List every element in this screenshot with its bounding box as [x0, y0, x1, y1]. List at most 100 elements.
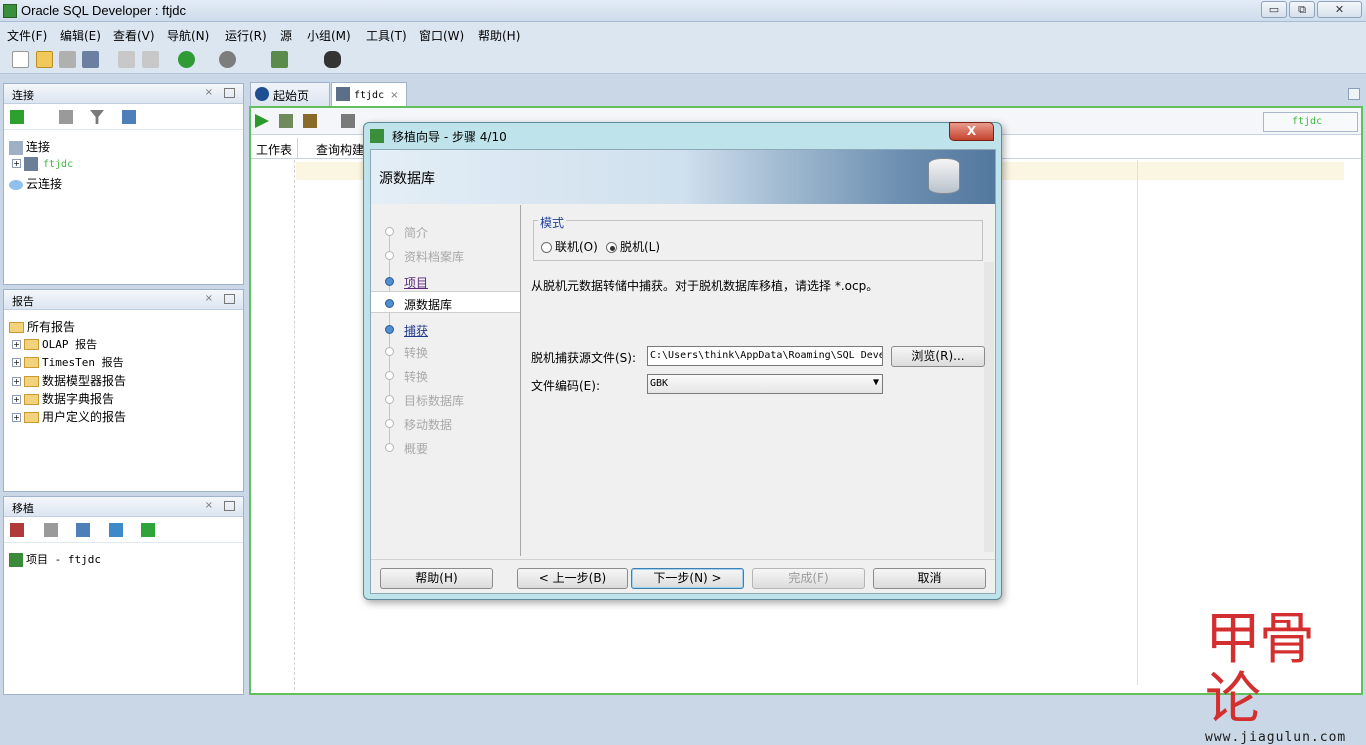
tab-ftjdc[interactable]: ftjdc ×: [331, 82, 407, 106]
tab-list-dropdown[interactable]: [1348, 88, 1360, 100]
run-script-icon[interactable]: [279, 114, 293, 128]
project-icon: [9, 552, 23, 567]
menu-tools[interactable]: 工具(T): [366, 27, 407, 44]
browse-button[interactable]: 浏览(R)...: [891, 346, 985, 367]
expand-icon[interactable]: +: [12, 395, 21, 404]
expand-icon[interactable]: +: [12, 358, 21, 367]
tree-cloud-connections[interactable]: 云连接: [9, 175, 62, 192]
chevron-down-icon: ▼: [872, 377, 879, 388]
add-icon[interactable]: [10, 110, 24, 124]
menu-file[interactable]: 文件(F): [7, 27, 47, 44]
menu-source[interactable]: 源: [280, 27, 292, 44]
dialog-close-button[interactable]: X: [949, 122, 994, 141]
close-icon[interactable]: ×: [205, 500, 213, 511]
menu-team[interactable]: 小组(M): [307, 27, 351, 44]
mode-group: [533, 220, 983, 261]
next-button[interactable]: 下一步(N) >: [631, 568, 744, 589]
folder-icon: [9, 322, 24, 333]
forward-icon[interactable]: [219, 51, 236, 68]
margin-line: [1137, 160, 1138, 685]
step-marker: [385, 419, 394, 428]
app-icon: [3, 4, 17, 18]
minimize-icon[interactable]: [224, 294, 235, 304]
menu-view[interactable]: 查看(V): [113, 27, 155, 44]
back-icon[interactable]: [178, 51, 195, 68]
database-icon[interactable]: [109, 523, 123, 537]
migration-toolbar: [4, 517, 243, 543]
expand-icon[interactable]: +: [12, 159, 21, 168]
refresh-icon[interactable]: [44, 523, 58, 537]
add-repository-icon[interactable]: [141, 523, 155, 537]
radio-offline-button[interactable]: [606, 242, 617, 253]
close-icon[interactable]: ×: [205, 293, 213, 304]
tree-all-reports[interactable]: 所有报告: [9, 318, 75, 335]
source-file-input[interactable]: C:\Users\think\AppData\Roaming\SQL Deve: [647, 346, 883, 366]
cancel-button[interactable]: 取消: [873, 568, 986, 589]
tree-report-item[interactable]: + 数据字典报告: [12, 390, 114, 407]
minimize-icon[interactable]: [224, 501, 235, 511]
refresh-icon[interactable]: [59, 110, 73, 124]
encoding-select[interactable]: GBK ▼: [647, 374, 883, 394]
step-intro: 简介: [404, 226, 429, 240]
tree-migration-project[interactable]: 项目 - ftjdc: [9, 551, 101, 567]
redo-icon[interactable]: [142, 51, 159, 68]
close-icon[interactable]: ×: [205, 87, 213, 98]
tree-report-item[interactable]: + 用户定义的报告: [12, 408, 126, 425]
expand-icon[interactable]: +: [12, 340, 21, 349]
new-icon[interactable]: [12, 51, 29, 68]
commit-icon[interactable]: [303, 114, 317, 128]
undo-icon[interactable]: [118, 51, 135, 68]
tree-report-item[interactable]: + TimesTen 报告: [12, 354, 124, 370]
help-button[interactable]: 帮助(H): [380, 568, 493, 589]
menu-navigate[interactable]: 导航(N): [167, 27, 209, 44]
database-icon: [928, 158, 960, 194]
binoculars-icon[interactable]: [324, 51, 341, 68]
step-project[interactable]: 项目: [404, 274, 428, 291]
radio-offline[interactable]: 脱机(L): [606, 238, 660, 255]
source-file-label: 脱机捕获源文件(S):: [531, 351, 637, 365]
open-icon[interactable]: [36, 51, 53, 68]
back-button[interactable]: < 上一步(B): [517, 568, 628, 589]
menu-help[interactable]: 帮助(H): [478, 27, 520, 44]
run-icon[interactable]: [255, 114, 269, 128]
schema-icon[interactable]: [76, 523, 90, 537]
explain-icon[interactable]: [341, 114, 355, 128]
close-icon[interactable]: ×: [390, 90, 398, 101]
expand-icon[interactable]: +: [12, 377, 21, 386]
content-scrollbar[interactable]: [984, 262, 994, 552]
tree-report-item[interactable]: + 数据模型器报告: [12, 372, 126, 389]
tree-connection-ftjdc[interactable]: + ftjdc: [12, 156, 73, 171]
minimize-icon[interactable]: [224, 88, 235, 98]
connection-combo[interactable]: ftjdc: [1263, 112, 1358, 132]
gutter-line: [294, 160, 295, 690]
filter-icon[interactable]: [90, 110, 104, 124]
tree-connections-root[interactable]: 连接: [9, 138, 50, 155]
steps-list: 简介 资料档案库 项目 源数据库 捕获 转换 转换 目标数据库 移动数据 概要: [371, 205, 521, 465]
minimize-button[interactable]: ▭: [1261, 1, 1287, 18]
schema-browser-icon[interactable]: [122, 110, 136, 124]
step-summary: 概要: [404, 442, 429, 456]
step-target-database: 目标数据库: [404, 394, 465, 408]
save-all-icon[interactable]: [82, 51, 99, 68]
radio-online-button[interactable]: [541, 242, 552, 253]
connections-icon: [9, 140, 23, 155]
expand-icon[interactable]: +: [12, 413, 21, 422]
menu-edit[interactable]: 编辑(E): [60, 27, 101, 44]
tab-start-page[interactable]: 起始页×: [250, 82, 330, 118]
menu-run[interactable]: 运行(R): [225, 27, 267, 44]
subtab-query-builder[interactable]: 查询构建: [311, 138, 371, 159]
radio-online[interactable]: 联机(O): [541, 238, 598, 255]
cloud-icon: [9, 179, 23, 190]
sql-icon[interactable]: [271, 51, 288, 68]
step-capture[interactable]: 捕获: [404, 322, 428, 339]
save-icon[interactable]: [59, 51, 76, 68]
tree-report-item[interactable]: + OLAP 报告: [12, 336, 97, 352]
menu-window[interactable]: 窗口(W): [419, 27, 464, 44]
close-window-button[interactable]: ✕: [1317, 1, 1362, 18]
migration-pane: 移植 × 项目 - ftjdc: [3, 496, 244, 695]
sql-migrate-icon[interactable]: [10, 523, 24, 537]
maximize-button[interactable]: ⧉: [1289, 1, 1315, 18]
subtab-worksheet[interactable]: 工作表: [251, 138, 299, 159]
step-repository: 资料档案库: [404, 250, 465, 264]
pane-title: 连接: [12, 89, 34, 102]
